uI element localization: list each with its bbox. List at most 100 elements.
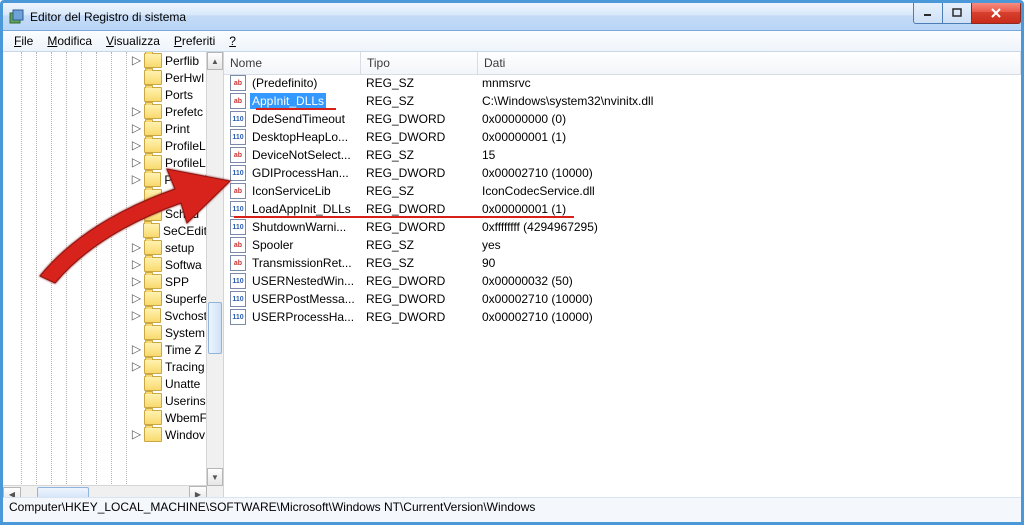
tree-item[interactable]: ▷ProfileL <box>3 137 207 154</box>
column-header-name[interactable]: Nome <box>224 52 361 74</box>
scroll-down-button[interactable]: ▼ <box>207 468 223 486</box>
menu-help[interactable]: ? <box>222 32 243 50</box>
list-body[interactable]: ab(Predefinito)REG_SZmnmsrvcabAppInit_DL… <box>224 74 1021 502</box>
folder-icon <box>144 410 162 425</box>
menubar: File Modifica Visualizza Preferiti ? <box>3 31 1021 52</box>
tree-expander-icon[interactable]: ▷ <box>131 293 142 304</box>
value-data: 0xffffffff (4294967295) <box>476 220 1021 234</box>
tree-expander-icon[interactable]: ▷ <box>131 208 142 219</box>
tree-list[interactable]: ▷PerflibPerHwIPorts▷Prefetc▷Print▷Profil… <box>3 52 207 486</box>
folder-icon <box>144 257 162 272</box>
tree-expander-icon[interactable]: ▷ <box>131 55 142 66</box>
tree-item[interactable]: ▷Svchost <box>3 307 207 324</box>
reg-bin-icon: 110 <box>230 273 246 289</box>
tree-expander-icon[interactable]: ▷ <box>131 310 142 321</box>
tree-expander-icon[interactable]: ▷ <box>131 259 142 270</box>
tree-item-label: setup <box>165 241 194 255</box>
tree-item[interactable]: ▷Superfe <box>3 290 207 307</box>
list-row[interactable]: 110ShutdownWarni...REG_DWORD0xffffffff (… <box>224 218 1021 236</box>
folder-icon <box>144 376 162 391</box>
list-row[interactable]: 110GDIProcessHan...REG_DWORD0x00002710 (… <box>224 164 1021 182</box>
reg-sz-icon: ab <box>230 75 246 91</box>
list-row[interactable]: abDeviceNotSelect...REG_SZ15 <box>224 146 1021 164</box>
list-row[interactable]: 110DesktopHeapLo...REG_DWORD0x00000001 (… <box>224 128 1021 146</box>
value-data: 0x00002710 (10000) <box>476 310 1021 324</box>
tree-item-label: SPP <box>165 275 189 289</box>
list-row[interactable]: ab(Predefinito)REG_SZmnmsrvc <box>224 74 1021 92</box>
tree-item[interactable]: ▷ setup <box>3 239 207 256</box>
tree-expander-icon[interactable]: ▷ <box>131 106 142 117</box>
tree-scrollbar-vertical[interactable]: ▲ ▼ <box>206 52 223 486</box>
list-row[interactable]: 110LoadAppInit_DLLsREG_DWORD0x00000001 (… <box>224 200 1021 218</box>
statusbar: Computer\HKEY_LOCAL_MACHINE\SOFTWARE\Mic… <box>3 497 1021 522</box>
tree-expander-icon[interactable]: ▷ <box>131 276 142 287</box>
tree-item[interactable]: related. <box>3 188 207 205</box>
tree-expander-icon[interactable]: ▷ <box>131 174 142 185</box>
tree-item[interactable]: ▷Print <box>3 120 207 137</box>
menu-view[interactable]: Visualizza <box>99 32 167 50</box>
tree-item-label: Time Z <box>165 343 202 357</box>
tree-expander-icon[interactable]: ▷ <box>131 157 142 168</box>
titlebar[interactable]: Editor del Registro di sistema <box>3 3 1021 31</box>
tree-expander-icon[interactable]: ▷ <box>131 242 142 253</box>
tree-item[interactable]: System <box>3 324 207 341</box>
reg-bin-icon: 110 <box>230 309 246 325</box>
value-name: DdeSendTimeout <box>250 111 347 127</box>
scroll-up-button[interactable]: ▲ <box>207 52 223 70</box>
list-pane: Nome Tipo Dati ab(Predefinito)REG_SZmnms… <box>224 52 1021 502</box>
tree-item[interactable]: Ports <box>3 86 207 103</box>
value-type: REG_SZ <box>360 184 476 198</box>
tree-item[interactable]: ▷ SPP <box>3 273 207 290</box>
menu-edit[interactable]: Modifica <box>40 32 99 50</box>
list-row[interactable]: abTransmissionRet...REG_SZ90 <box>224 254 1021 272</box>
column-header-type[interactable]: Tipo <box>361 52 478 74</box>
list-row[interactable]: 110USERNestedWin...REG_DWORD0x00000032 (… <box>224 272 1021 290</box>
list-row[interactable]: 110USERProcessHa...REG_DWORD0x00002710 (… <box>224 308 1021 326</box>
tree-item[interactable]: ▷Softwa <box>3 256 207 273</box>
tree-expander-icon[interactable]: ▷ <box>131 140 142 151</box>
list-header: Nome Tipo Dati <box>224 52 1021 75</box>
column-header-data[interactable]: Dati <box>478 52 1021 74</box>
value-name: ShutdownWarni... <box>250 219 348 235</box>
tree-item[interactable]: ▷Perflib <box>3 52 207 69</box>
list-row[interactable]: 110DdeSendTimeoutREG_DWORD0x00000000 (0) <box>224 110 1021 128</box>
tree-item[interactable]: ▷Prefetc <box>3 103 207 120</box>
folder-icon <box>144 427 162 442</box>
folder-icon <box>144 155 162 170</box>
close-button[interactable] <box>971 3 1021 24</box>
tree-item[interactable]: ▷Sched <box>3 205 207 222</box>
tree-item[interactable]: ▷Windov <box>3 426 207 443</box>
tree-item[interactable]: ▷ProfileL <box>3 154 207 171</box>
folder-icon <box>144 240 162 255</box>
value-name: TransmissionRet... <box>250 255 354 271</box>
value-name: GDIProcessHan... <box>250 165 351 181</box>
list-row[interactable]: abAppInit_DLLsREG_SZC:\Windows\system32\… <box>224 92 1021 110</box>
tree-expander-icon[interactable]: ▷ <box>131 123 142 134</box>
tree-item[interactable]: Userins <box>3 392 207 409</box>
list-row[interactable]: abIconServiceLibREG_SZIconCodecService.d… <box>224 182 1021 200</box>
menu-favorites[interactable]: Preferiti <box>167 32 222 50</box>
tree-item[interactable]: Unatte <box>3 375 207 392</box>
value-data: 0x00002710 (10000) <box>476 166 1021 180</box>
regedit-window: Editor del Registro di sistema File Modi… <box>0 0 1024 525</box>
list-row[interactable]: abSpoolerREG_SZyes <box>224 236 1021 254</box>
tree-item[interactable]: SeCEdit <box>3 222 207 239</box>
tree-item[interactable]: ▷ProfileN <box>3 171 207 188</box>
minimize-button[interactable] <box>913 3 943 24</box>
window-title: Editor del Registro di sistema <box>30 10 186 24</box>
list-row[interactable]: 110USERPostMessa...REG_DWORD0x00002710 (… <box>224 290 1021 308</box>
tree-expander-icon[interactable]: ▷ <box>131 361 142 372</box>
tree-item[interactable]: PerHwI <box>3 69 207 86</box>
scroll-thumb-vertical[interactable] <box>208 302 222 354</box>
app-icon <box>9 9 25 25</box>
tree-item[interactable]: ▷ Time Z <box>3 341 207 358</box>
value-data: 0x00002710 (10000) <box>476 292 1021 306</box>
value-name: USERProcessHa... <box>250 309 356 325</box>
tree-expander-icon[interactable]: ▷ <box>131 429 142 440</box>
menu-file[interactable]: File <box>7 32 40 50</box>
value-type: REG_SZ <box>360 148 476 162</box>
maximize-button[interactable] <box>942 3 972 24</box>
tree-expander-icon[interactable]: ▷ <box>131 344 142 355</box>
tree-item[interactable]: ▷Tracing <box>3 358 207 375</box>
tree-item[interactable]: WbemF <box>3 409 207 426</box>
